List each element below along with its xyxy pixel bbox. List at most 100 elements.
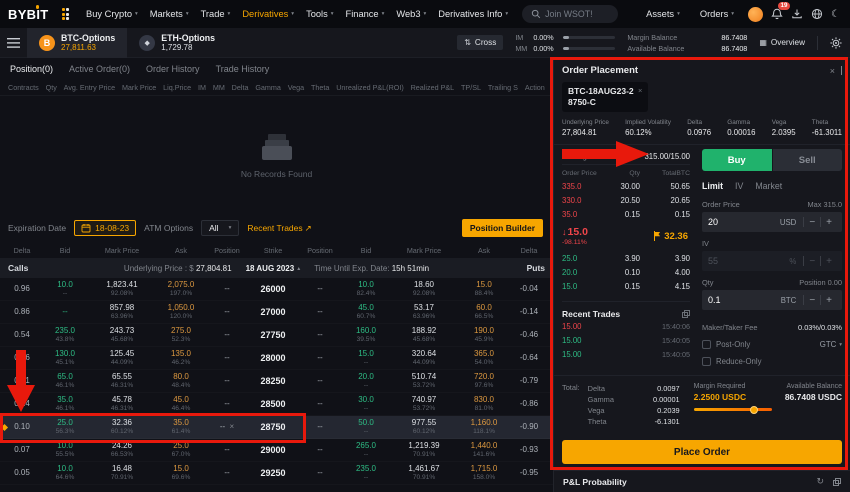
put-ask[interactable]: 720.097.6%	[456, 372, 512, 390]
expiration-date-chip[interactable]: 18-08-23	[74, 220, 136, 236]
cross-margin-button[interactable]: ⇅Cross	[457, 35, 503, 50]
put-ask[interactable]: 1,440.0141.6%	[456, 441, 512, 459]
ask-row[interactable]: 335.030.0050.65	[562, 179, 690, 193]
tab-position-0[interactable]: Position(0)	[10, 64, 53, 74]
notifications-button[interactable]: 19	[771, 8, 783, 20]
apps-grid-icon[interactable]	[62, 8, 70, 20]
settings-gear-icon[interactable]	[830, 37, 842, 49]
call-bid[interactable]: 35.046.1%	[40, 395, 90, 413]
sell-button[interactable]: Sell	[773, 149, 843, 171]
call-bid[interactable]: 130.045.1%	[40, 349, 90, 367]
nav-derivatives-info[interactable]: Derivatives Info▾	[432, 9, 514, 19]
panel-collapse-icon[interactable]	[841, 66, 842, 75]
strike[interactable]: 26000	[246, 284, 300, 294]
price-minus-button[interactable]: −	[805, 217, 819, 228]
call-bid[interactable]: 10.064.6%	[40, 464, 90, 482]
chain-row-28250[interactable]: 0.2165.046.1%65.5546.31%80.048.4%--28250…	[0, 370, 553, 393]
search-box[interactable]: Join WSOT!	[522, 5, 618, 23]
qty-input[interactable]: 0.1 BTC − +	[702, 290, 842, 310]
put-bid[interactable]: 160.039.5%	[340, 326, 392, 344]
call-ask[interactable]: 275.052.3%	[154, 326, 208, 344]
put-bid[interactable]: 45.060.7%	[340, 303, 392, 321]
put-bid[interactable]: 15.0--	[340, 349, 392, 367]
post-only-checkbox[interactable]	[702, 340, 711, 349]
bid-row[interactable]: 15.00.154.15	[562, 279, 690, 293]
put-bid[interactable]: 50.0--	[340, 418, 392, 436]
call-ask[interactable]: 80.048.4%	[154, 372, 208, 390]
avatar[interactable]	[748, 7, 763, 22]
nav-finance[interactable]: Finance▾	[340, 9, 391, 19]
chip-remove-icon[interactable]: ×	[638, 86, 642, 95]
put-ask[interactable]: 830.081.0%	[456, 395, 512, 413]
bybit-logo[interactable]: BYBIT	[8, 7, 49, 22]
refresh-icon[interactable]: ↻	[816, 476, 824, 487]
put-ask[interactable]: 15.088.4%	[456, 280, 512, 298]
strike[interactable]: 28750	[246, 422, 300, 432]
instrument-tab-btc-options[interactable]: B BTC-Options 27,811.63	[27, 28, 127, 58]
overview-button[interactable]: ▦Overview	[759, 38, 805, 47]
tif-select[interactable]: GTC▾	[820, 340, 842, 349]
chain-row-29250[interactable]: 0.0510.064.6%16.4870.91%15.069.6%--29250…	[0, 462, 553, 485]
call-bid[interactable]: 10.055.5%	[40, 441, 90, 459]
download-icon[interactable]	[791, 8, 803, 20]
reduce-only-checkbox[interactable]	[702, 357, 711, 366]
order-type-tab-iv[interactable]: IV	[735, 181, 743, 191]
buy-button[interactable]: Buy	[702, 149, 772, 171]
put-ask[interactable]: 1,715.0158.0%	[456, 464, 512, 482]
expand-icon[interactable]	[682, 310, 690, 318]
nav-buy-crypto[interactable]: Buy Crypto▾	[80, 9, 144, 19]
call-bid[interactable]: 235.043.8%	[40, 326, 90, 344]
qty-minus-button[interactable]: −	[805, 295, 819, 306]
nav-trade[interactable]: Trade▾	[195, 9, 237, 19]
panel-close-icon[interactable]: ×	[830, 66, 835, 76]
put-bid[interactable]: 30.0--	[340, 395, 392, 413]
chain-row-27750[interactable]: 0.54235.043.8%243.7345.68%275.052.3%--27…	[0, 324, 553, 347]
qty-plus-button[interactable]: +	[822, 295, 836, 306]
strike[interactable]: 29000	[246, 445, 300, 455]
strike[interactable]: 29250	[246, 468, 300, 478]
call-ask[interactable]: 25.067.0%	[154, 441, 208, 459]
tab-order-history[interactable]: Order History	[146, 64, 200, 74]
strike[interactable]: 28250	[246, 376, 300, 386]
nav-tools[interactable]: Tools▾	[300, 9, 339, 19]
atm-options-select[interactable]: All▾	[201, 220, 239, 236]
call-ask[interactable]: 135.046.2%	[154, 349, 208, 367]
globe-icon[interactable]	[811, 8, 823, 20]
call-ask[interactable]: 1,050.0120.0%	[154, 303, 208, 321]
tab-active-order-0[interactable]: Active Order(0)	[69, 64, 130, 74]
order-type-tab-market[interactable]: Market	[755, 181, 782, 191]
remove-selection-icon[interactable]: ×	[229, 422, 234, 431]
price-plus-button[interactable]: +	[822, 217, 836, 228]
strike[interactable]: 27000	[246, 307, 300, 317]
put-bid[interactable]: 10.082.4%	[340, 280, 392, 298]
position-builder-button[interactable]: Position Builder	[462, 219, 543, 237]
put-ask[interactable]: 190.045.9%	[456, 326, 512, 344]
slider-knob[interactable]	[750, 406, 758, 414]
strike[interactable]: 28500	[246, 399, 300, 409]
call-ask[interactable]: 2,075.0197.0%	[154, 280, 208, 298]
bid-row[interactable]: 25.03.903.90	[562, 251, 690, 265]
instrument-tab-eth-options[interactable]: ◆ ETH-Options 1,729.78	[127, 28, 227, 58]
nav-assets[interactable]: Assets▾	[640, 9, 686, 19]
nav-orders[interactable]: Orders▾	[694, 9, 740, 19]
recent-trades-link[interactable]: Recent Trades↗	[247, 223, 311, 234]
put-bid[interactable]: 235.0--	[340, 464, 392, 482]
chain-row-29000[interactable]: 0.0710.055.5%24.2666.53%25.067.0%--29000…	[0, 439, 553, 462]
contract-chip[interactable]: BTC-18AUG23-28750-C ×	[562, 82, 648, 112]
expiry-date-toggle[interactable]: 18 AUG 2023▴	[246, 264, 301, 273]
put-ask[interactable]: 1,160.0118.1%	[456, 418, 512, 436]
put-bid[interactable]: 20.0--	[340, 372, 392, 390]
call-ask[interactable]: 15.069.6%	[154, 464, 208, 482]
place-order-button[interactable]: Place Order	[562, 440, 842, 464]
chain-row-28500[interactable]: 0.1435.046.1%45.7846.31%45.046.4%--28500…	[0, 393, 553, 416]
strike[interactable]: 28000	[246, 353, 300, 363]
menu-icon[interactable]	[0, 38, 27, 48]
call-bid[interactable]: --	[40, 307, 90, 317]
call-ask[interactable]: 45.046.4%	[154, 395, 208, 413]
put-ask[interactable]: 60.066.5%	[456, 303, 512, 321]
chain-row-26000[interactable]: 0.9610.0--1,823.4192.08%2,075.0197.0%--2…	[0, 278, 553, 301]
ask-row[interactable]: 35.00.150.15	[562, 207, 690, 221]
call-ask[interactable]: 35.061.4%	[154, 418, 208, 436]
ask-row[interactable]: 330.020.5020.65	[562, 193, 690, 207]
order-type-tab-limit[interactable]: Limit	[702, 181, 723, 191]
